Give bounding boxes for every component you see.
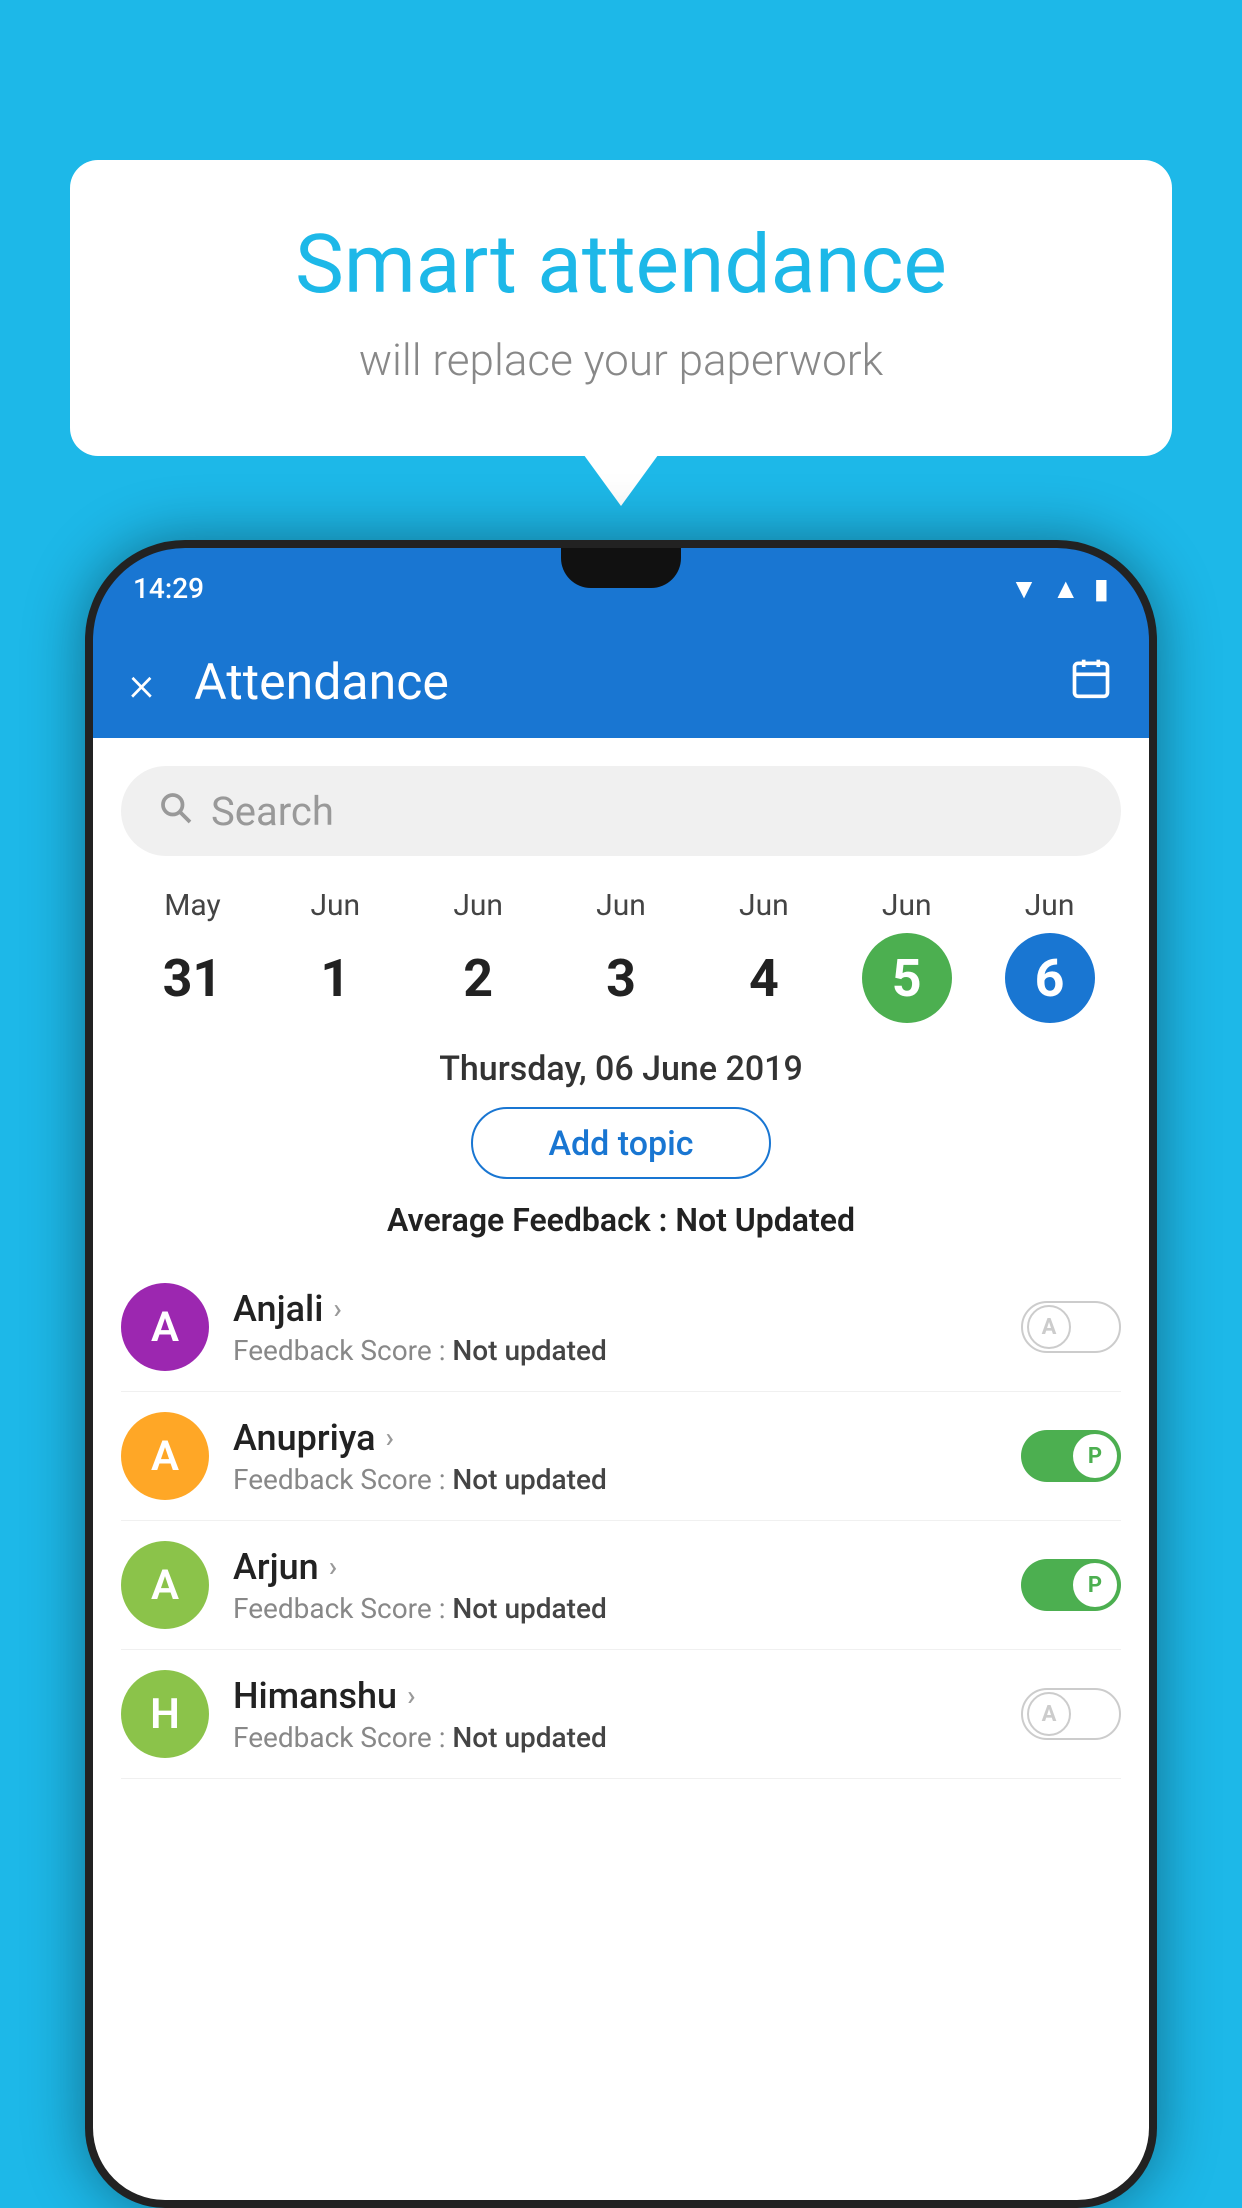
cal-month-label: Jun (1025, 888, 1075, 923)
attendance-toggle[interactable]: P (1021, 1430, 1121, 1482)
calendar-icon[interactable] (1069, 656, 1113, 711)
cal-month-label: Jun (453, 888, 503, 923)
avg-feedback: Average Feedback : Not Updated (93, 1201, 1149, 1239)
student-list: AAnjali ›Feedback Score : Not updatedAAA… (93, 1263, 1149, 1779)
toggle-knob: A (1027, 1305, 1071, 1349)
status-time: 14:29 (133, 572, 204, 605)
cal-date-number[interactable]: 1 (290, 933, 380, 1023)
feedback-score: Feedback Score : Not updated (233, 1721, 997, 1754)
avatar: H (121, 1670, 209, 1758)
signal-icon: ▲ (1052, 572, 1080, 605)
feedback-score: Feedback Score : Not updated (233, 1334, 997, 1367)
student-row[interactable]: H Himanshu › Feedback Score : Not updated A (121, 1650, 1121, 1779)
chevron-right-icon: › (333, 1292, 341, 1325)
avatar: A (121, 1412, 209, 1500)
cal-date-number[interactable]: 3 (576, 933, 666, 1023)
cal-month-label: May (164, 888, 220, 923)
bubble-subtitle: will replace your paperwork (150, 334, 1092, 386)
toggle-knob: P (1073, 1434, 1117, 1478)
student-row[interactable]: A Arjun › Feedback Score : Not updated P (121, 1521, 1121, 1650)
cal-date-number[interactable]: 31 (147, 933, 237, 1023)
cal-date-number[interactable]: 2 (433, 933, 523, 1023)
student-name: Himanshu › (233, 1675, 997, 1717)
cal-date-number[interactable]: 6 (1005, 933, 1095, 1023)
toggle-knob: P (1073, 1563, 1117, 1607)
student-row[interactable]: A Anupriya › Feedback Score : Not updated P (121, 1392, 1121, 1521)
calendar-strip: May 31 Jun 1 Jun 2 Jun 3 Jun 4 Jun 5 Jun 6 (93, 872, 1149, 1039)
add-topic-button[interactable]: Add topic (471, 1107, 771, 1179)
avg-feedback-prefix: Average Feedback : (387, 1201, 675, 1239)
toggle-on[interactable]: P (1021, 1430, 1121, 1482)
selected-date-label: Thursday, 06 June 2019 (93, 1049, 1149, 1089)
student-name: Anjali › (233, 1288, 997, 1330)
student-info: Arjun › Feedback Score : Not updated (233, 1546, 997, 1625)
attendance-toggle[interactable]: P (1021, 1559, 1121, 1611)
status-bar: 14:29 ▼ ▲ ▮ (93, 548, 1149, 628)
calendar-day[interactable]: Jun 6 (978, 888, 1121, 1023)
status-icons: ▼ ▲ ▮ (1010, 572, 1109, 605)
feedback-score: Feedback Score : Not updated (233, 1592, 997, 1625)
chevron-right-icon: › (407, 1679, 415, 1712)
phone-content: Search May 31 Jun 1 Jun 2 Jun 3 Jun 4 Jun 5 Jun 6 Thu… (93, 738, 1149, 2200)
speech-bubble: Smart attendance will replace your paper… (70, 160, 1172, 456)
search-icon (157, 788, 193, 835)
feedback-score: Feedback Score : Not updated (233, 1463, 997, 1496)
cal-date-number[interactable]: 4 (719, 933, 809, 1023)
cal-month-label: Jun (310, 888, 360, 923)
student-info: Anupriya › Feedback Score : Not updated (233, 1417, 997, 1496)
close-button[interactable]: × (129, 655, 154, 712)
toggle-off[interactable]: A (1021, 1301, 1121, 1353)
app-header: × Attendance (93, 628, 1149, 738)
student-name: Arjun › (233, 1546, 997, 1588)
calendar-day[interactable]: Jun 2 (407, 888, 550, 1023)
wifi-icon: ▼ (1010, 572, 1038, 605)
cal-month-label: Jun (882, 888, 932, 923)
toggle-knob: A (1027, 1692, 1071, 1736)
student-info: Himanshu › Feedback Score : Not updated (233, 1675, 997, 1754)
calendar-day[interactable]: May 31 (121, 888, 264, 1023)
attendance-toggle[interactable]: A (1021, 1301, 1121, 1353)
bubble-title: Smart attendance (150, 220, 1092, 310)
avatar: A (121, 1541, 209, 1629)
toggle-on[interactable]: P (1021, 1559, 1121, 1611)
avg-feedback-value: Not Updated (675, 1201, 855, 1239)
calendar-day[interactable]: Jun 1 (264, 888, 407, 1023)
student-info: Anjali › Feedback Score : Not updated (233, 1288, 997, 1367)
cal-month-label: Jun (596, 888, 646, 923)
student-row[interactable]: A Anjali › Feedback Score : Not updated A (121, 1263, 1121, 1392)
toggle-off[interactable]: A (1021, 1688, 1121, 1740)
student-name: Anupriya › (233, 1417, 997, 1459)
calendar-day[interactable]: Jun 5 (835, 888, 978, 1023)
avatar: A (121, 1283, 209, 1371)
battery-icon: ▮ (1094, 572, 1109, 605)
cal-date-number[interactable]: 5 (862, 933, 952, 1023)
notch (561, 548, 681, 588)
calendar-day[interactable]: Jun 4 (692, 888, 835, 1023)
cal-month-label: Jun (739, 888, 789, 923)
attendance-toggle[interactable]: A (1021, 1688, 1121, 1740)
chevron-right-icon: › (329, 1550, 337, 1583)
chevron-right-icon: › (386, 1421, 394, 1454)
search-placeholder: Search (211, 788, 334, 835)
calendar-day[interactable]: Jun 3 (550, 888, 693, 1023)
header-title: Attendance (194, 654, 1069, 712)
search-bar[interactable]: Search (121, 766, 1121, 856)
phone-frame: 14:29 ▼ ▲ ▮ × Attendance (85, 540, 1157, 2208)
